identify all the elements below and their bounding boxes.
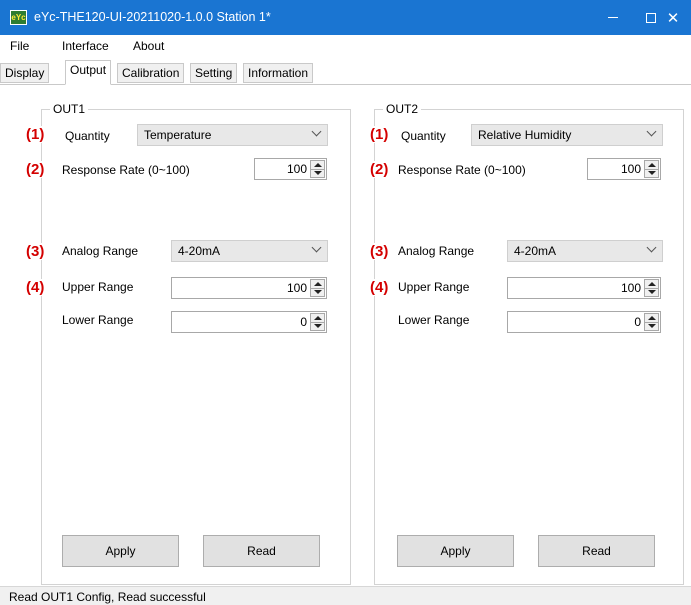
minimize-icon [608, 17, 618, 18]
out1-apply-button[interactable]: Apply [62, 535, 179, 567]
out1-read-button[interactable]: Read [203, 535, 320, 567]
menu-about[interactable]: About [133, 39, 164, 53]
annotation-marker-4: (4) [370, 279, 389, 296]
title-bar: eYc eYc-THE120-UI-20211020-1.0.0 Station… [0, 0, 691, 35]
menu-bar: File Interface About [0, 35, 691, 57]
close-icon: ✕ [666, 9, 680, 27]
out2-quantity-label: Quantity [401, 129, 446, 143]
spin-arrows-icon[interactable] [644, 313, 659, 331]
out2-response-rate-value: 100 [620, 162, 641, 176]
tab-output[interactable]: Output [65, 60, 112, 85]
annotation-marker-1: (1) [26, 126, 45, 143]
out2-analog-range-select[interactable]: 4-20mA [507, 240, 663, 262]
out1-upper-range-value: 100 [286, 281, 307, 295]
out2-group-title: OUT2 [383, 102, 422, 116]
spin-arrows-icon[interactable] [310, 313, 325, 331]
annotation-marker-3: (3) [370, 243, 389, 260]
out1-upper-range-stepper[interactable]: 100 [171, 277, 327, 299]
out1-analog-range-value: 4-20mA [178, 244, 221, 258]
annotation-marker-3: (3) [26, 243, 45, 260]
out2-upper-range-value: 100 [620, 281, 641, 295]
chevron-down-icon [646, 126, 657, 137]
out2-upper-range-stepper[interactable]: 100 [507, 277, 661, 299]
annotation-marker-4: (4) [26, 279, 45, 296]
annotation-marker-2: (2) [26, 161, 45, 178]
out1-response-rate-label: Response Rate (0~100) [62, 163, 190, 177]
chevron-down-icon [311, 126, 322, 137]
out2-lower-range-label: Lower Range [398, 313, 470, 327]
minimize-button[interactable] [593, 0, 633, 35]
tab-calibration[interactable]: Calibration [117, 63, 185, 83]
tab-setting[interactable]: Setting [190, 63, 238, 83]
out2-quantity-select[interactable]: Relative Humidity [471, 124, 663, 146]
out2-analog-range-value: 4-20mA [514, 244, 557, 258]
out1-analog-range-select[interactable]: 4-20mA [171, 240, 328, 262]
out2-response-rate-label: Response Rate (0~100) [398, 163, 526, 177]
out1-quantity-label: Quantity [65, 129, 110, 143]
menu-file[interactable]: File [10, 39, 29, 53]
out1-response-rate-value: 100 [286, 162, 307, 176]
out1-group-title: OUT1 [50, 102, 89, 116]
out1-quantity-select[interactable]: Temperature [137, 124, 328, 146]
spin-arrows-icon[interactable] [644, 279, 659, 297]
out2-quantity-value: Relative Humidity [478, 128, 572, 142]
out2-apply-button[interactable]: Apply [397, 535, 514, 567]
status-bar: Read OUT1 Config, Read successful [0, 586, 691, 605]
out2-lower-range-stepper[interactable]: 0 [507, 311, 661, 333]
out1-lower-range-label: Lower Range [62, 313, 134, 327]
tab-strip: Display Output Calibration Setting Infor… [0, 57, 691, 85]
out2-response-rate-stepper[interactable]: 100 [587, 158, 661, 180]
spin-arrows-icon[interactable] [310, 279, 325, 297]
out1-analog-range-label: Analog Range [62, 244, 139, 258]
window-title: eYc-THE120-UI-20211020-1.0.0 Station 1* [34, 10, 271, 24]
spin-arrows-icon[interactable] [310, 160, 325, 178]
annotation-marker-2: (2) [370, 161, 389, 178]
out1-quantity-value: Temperature [144, 128, 212, 142]
out2-upper-range-label: Upper Range [398, 280, 470, 294]
spin-arrows-icon[interactable] [644, 160, 659, 178]
out1-group: OUT1 [41, 102, 351, 585]
out2-read-button[interactable]: Read [538, 535, 655, 567]
tab-display[interactable]: Display [0, 63, 50, 83]
out1-lower-range-stepper[interactable]: 0 [171, 311, 327, 333]
out1-response-rate-stepper[interactable]: 100 [254, 158, 327, 180]
chevron-down-icon [646, 242, 657, 253]
annotation-marker-1: (1) [370, 126, 389, 143]
status-message: Read OUT1 Config, Read successful [9, 590, 206, 604]
out1-lower-range-value: 0 [300, 315, 307, 329]
chevron-down-icon [311, 242, 322, 253]
out1-upper-range-label: Upper Range [62, 280, 134, 294]
app-logo-icon: eYc [10, 10, 27, 25]
out2-lower-range-value: 0 [634, 315, 641, 329]
tab-information[interactable]: Information [243, 63, 314, 83]
out2-group: OUT2 [374, 102, 684, 585]
close-button[interactable]: ✕ [655, 0, 691, 35]
out2-analog-range-label: Analog Range [398, 244, 475, 258]
menu-interface[interactable]: Interface [62, 39, 109, 53]
